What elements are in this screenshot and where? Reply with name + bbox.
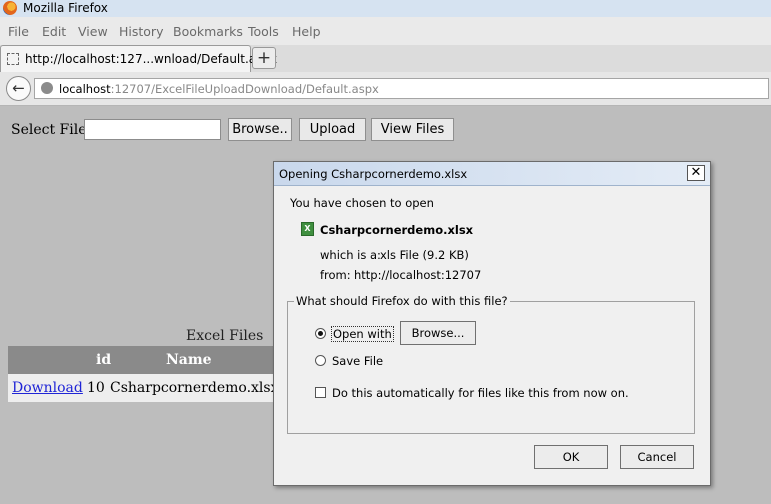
file-type-value: xls File (9.2 KB) <box>380 248 469 262</box>
page-favicon-icon <box>7 53 19 65</box>
action-group: What should Firefox do with this file? O… <box>287 294 695 434</box>
close-icon: ✕ <box>690 165 702 180</box>
save-file-label[interactable]: Save File <box>332 354 383 368</box>
menu-bar: File Edit View History Bookmarks Tools H… <box>0 17 771 45</box>
file-source-label: from: <box>320 268 351 282</box>
auto-checkbox[interactable] <box>315 387 326 398</box>
grid-caption: Excel Files <box>186 328 264 344</box>
select-file-label: Select File <box>11 122 87 138</box>
menu-tools[interactable]: Tools <box>248 24 279 39</box>
excel-file-icon: X <box>301 222 314 236</box>
navigation-bar: ← localhost:12707/ExcelFileUploadDownloa… <box>0 72 771 106</box>
row-name: Csharpcornerdemo.xlsx <box>110 380 279 396</box>
download-link[interactable]: Download <box>12 380 83 396</box>
opening-file-dialog: Opening Csharpcornerdemo.xlsx ✕ You have… <box>273 161 711 486</box>
back-button[interactable]: ← <box>6 76 31 101</box>
file-browse-button[interactable]: Browse.. <box>228 118 292 141</box>
address-bar[interactable]: localhost:12707/ExcelFileUploadDownload/… <box>34 78 769 99</box>
open-with-label[interactable]: Open with <box>331 326 394 342</box>
address-text: localhost:12707/ExcelFileUploadDownload/… <box>59 82 379 96</box>
chosen-text: You have chosen to open <box>290 196 434 210</box>
tab-label: http://localhost:127...wnload/Default.as… <box>25 52 278 66</box>
grid-header-name: Name <box>166 352 212 368</box>
table-row: Download 10 Csharpcornerdemo.xlsx <box>8 374 298 402</box>
menu-history[interactable]: History <box>119 24 163 39</box>
address-host: localhost <box>59 82 111 96</box>
save-file-radio[interactable] <box>315 355 326 366</box>
auto-label[interactable]: Do this automatically for files like thi… <box>332 386 629 400</box>
dialog-filename: Csharpcornerdemo.xlsx <box>320 223 474 237</box>
file-type-label: which is a: <box>320 248 381 262</box>
file-path-input[interactable] <box>84 119 221 140</box>
window-title: Mozilla Firefox <box>23 1 108 15</box>
view-files-button[interactable]: View Files <box>371 118 454 141</box>
firefox-logo-icon <box>3 1 17 15</box>
menu-bookmarks[interactable]: Bookmarks <box>173 24 243 39</box>
globe-icon <box>41 82 53 94</box>
ok-button[interactable]: OK <box>534 445 608 469</box>
open-with-browse-button[interactable]: Browse... <box>400 321 476 345</box>
tab-default-aspx[interactable]: http://localhost:127...wnload/Default.as… <box>0 45 277 72</box>
action-question: What should Firefox do with this file? <box>294 294 510 308</box>
grid-header-id: id <box>96 352 112 368</box>
dialog-close-button[interactable]: ✕ <box>687 165 705 181</box>
dialog-title-bar: Opening Csharpcornerdemo.xlsx ✕ <box>274 162 710 186</box>
row-id: 10 <box>87 380 105 396</box>
menu-help[interactable]: Help <box>292 24 321 39</box>
menu-edit[interactable]: Edit <box>42 24 66 39</box>
title-bar: Mozilla Firefox <box>0 0 771 17</box>
back-arrow-icon: ← <box>12 79 25 97</box>
dialog-title: Opening Csharpcornerdemo.xlsx <box>279 167 468 181</box>
menu-file[interactable]: File <box>8 24 29 39</box>
address-path: :12707/ExcelFileUploadDownload/Default.a… <box>110 82 379 96</box>
cancel-button[interactable]: Cancel <box>620 445 694 469</box>
new-tab-button[interactable]: + <box>252 47 276 69</box>
grid-header-row: id Name <box>8 346 298 374</box>
open-with-radio[interactable] <box>315 328 326 339</box>
file-source-value: http://localhost:12707 <box>354 268 482 282</box>
menu-view[interactable]: View <box>78 24 108 39</box>
tab-bar: http://localhost:127...wnload/Default.as… <box>0 45 771 73</box>
upload-button[interactable]: Upload <box>299 118 366 141</box>
